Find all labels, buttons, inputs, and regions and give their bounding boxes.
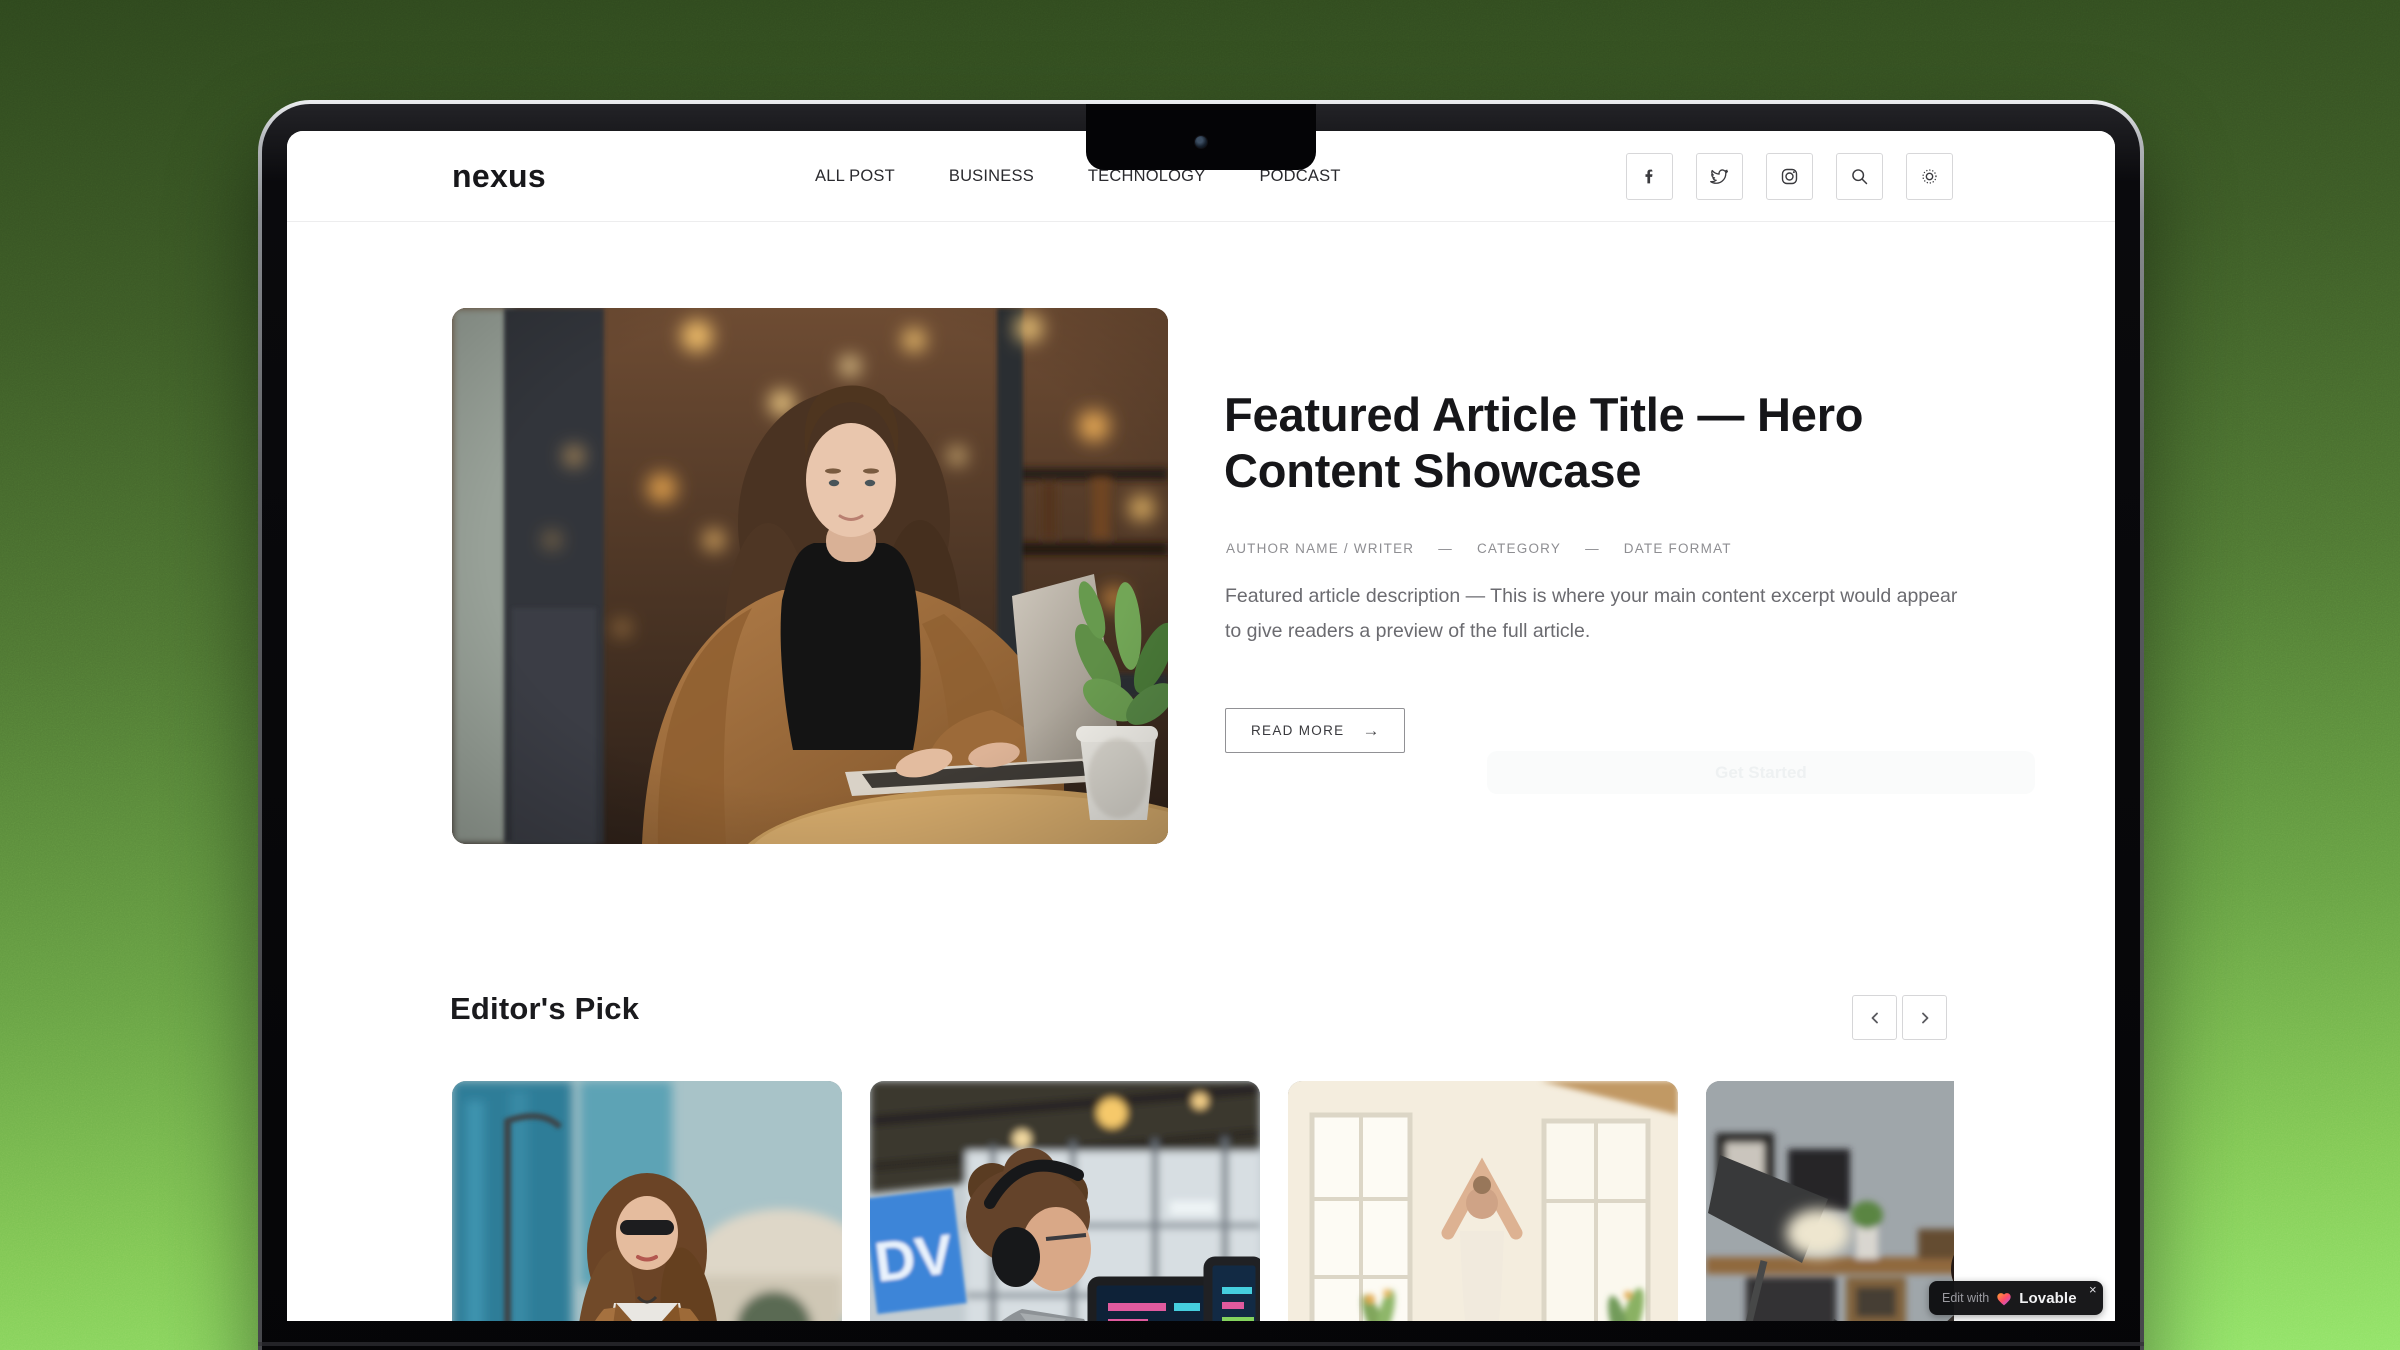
twitter-icon (1709, 166, 1730, 187)
read-more-label: READ MORE (1251, 723, 1344, 738)
laptop-frame: nexus ALL POST BUSINESS TECHNOLOGY PODCA… (258, 100, 2144, 1350)
browser-screen: nexus ALL POST BUSINESS TECHNOLOGY PODCA… (287, 131, 2115, 1321)
card-developer-workspace[interactable]: DV (870, 1081, 1260, 1321)
card-street-style[interactable] (452, 1081, 842, 1321)
chevron-right-icon (1917, 1010, 1933, 1026)
featured-article-image[interactable] (452, 308, 1168, 844)
card-home-office[interactable] (1706, 1081, 1954, 1321)
search-button[interactable] (1836, 153, 1883, 200)
dv-sign-text: DV (871, 1222, 956, 1294)
instagram-icon (1779, 166, 1800, 187)
editors-pick-carousel: DV (452, 1081, 1954, 1321)
chevron-left-icon (1867, 1010, 1883, 1026)
meta-separator: — (1585, 541, 1600, 556)
facebook-icon (1639, 166, 1660, 187)
nav-item-all-post[interactable]: ALL POST (815, 167, 895, 186)
meta-date: DATE FORMAT (1624, 541, 1732, 556)
card-home-yoga[interactable] (1288, 1081, 1678, 1321)
search-icon (1849, 166, 1870, 187)
featured-article-description: Featured article description — This is w… (1225, 579, 1963, 648)
lovable-badge[interactable]: Edit with Lovable × (1929, 1281, 2103, 1315)
nav-item-business[interactable]: BUSINESS (949, 167, 1034, 186)
sun-icon (1919, 166, 1940, 187)
meta-category: CATEGORY (1477, 541, 1561, 556)
site-logo[interactable]: nexus (452, 131, 546, 222)
carousel-next-button[interactable] (1902, 995, 1947, 1040)
ghost-get-started-label: Get Started (1715, 763, 1807, 783)
instagram-button[interactable] (1766, 153, 1813, 200)
badge-brand: Lovable (2019, 1290, 2076, 1307)
read-more-button[interactable]: READ MORE → (1225, 708, 1405, 753)
social-buttons (1626, 153, 1953, 200)
meta-author: AUTHOR NAME / WRITER (1226, 541, 1414, 556)
street-style-photo (452, 1081, 842, 1321)
ghost-get-started-button: Get Started (1487, 751, 2035, 794)
webcam-icon (1194, 135, 1208, 149)
lovable-heart-icon (1996, 1291, 2012, 1306)
laptop-notch (1086, 104, 1316, 170)
editors-pick-heading: Editor's Pick (450, 991, 639, 1027)
home-office-photo (1706, 1081, 1954, 1321)
badge-prefix: Edit with (1942, 1291, 1989, 1305)
hero-photo-illustration (452, 308, 1168, 844)
laptop-bezel: nexus ALL POST BUSINESS TECHNOLOGY PODCA… (262, 104, 2140, 1350)
badge-close-icon[interactable]: × (2089, 1283, 2097, 1296)
cards-track: DV (452, 1081, 1954, 1321)
carousel-prev-button[interactable] (1852, 995, 1897, 1040)
theme-toggle-button[interactable] (1906, 153, 1953, 200)
featured-article-meta: AUTHOR NAME / WRITER — CATEGORY — DATE F… (1226, 541, 1732, 556)
arrow-right-icon: → (1362, 721, 1379, 741)
featured-article-title: Featured Article Title — Hero Content Sh… (1224, 387, 1884, 500)
facebook-button[interactable] (1626, 153, 1673, 200)
meta-separator: — (1438, 541, 1453, 556)
developer-workspace-photo: DV (870, 1081, 1260, 1321)
home-yoga-photo (1288, 1081, 1678, 1321)
laptop-hinge (258, 1342, 2144, 1346)
twitter-button[interactable] (1696, 153, 1743, 200)
